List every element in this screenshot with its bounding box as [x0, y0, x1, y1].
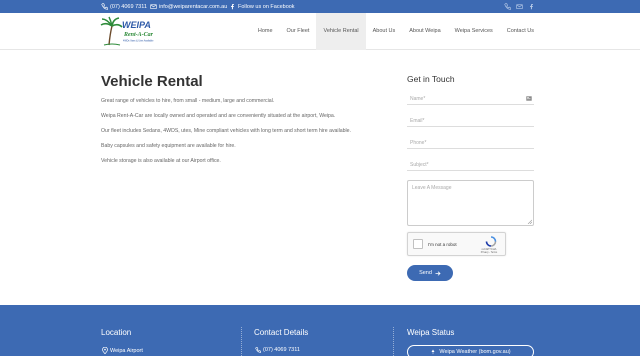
name-field[interactable]: Name*: [407, 93, 534, 105]
footer-location-heading: Location: [101, 328, 132, 337]
phone-icon[interactable]: [504, 3, 511, 10]
recaptcha-checkbox[interactable]: [413, 239, 423, 249]
phone-icon: [101, 3, 108, 10]
mail-icon: [150, 4, 157, 9]
nav-vehicle-rental[interactable]: Vehicle Rental: [316, 13, 366, 50]
footer-status-heading: Weipa Status: [407, 328, 455, 337]
weather-icon: [431, 349, 435, 355]
site-logo[interactable]: WEIPA Rent-A-Car 4WDs Vans & Utes Availa…: [100, 16, 162, 47]
subject-field[interactable]: Subject*: [407, 159, 534, 171]
weather-button[interactable]: Weipa Weather (bom.gov.au): [407, 345, 534, 356]
footer-contact-item[interactable]: (07) 4069 7311: [255, 347, 300, 353]
nav-about-us[interactable]: About Us: [366, 13, 403, 50]
recaptcha-widget: I'm not a robot reCAPTCHA Privacy - Term…: [407, 232, 506, 256]
footer-divider: [241, 327, 242, 356]
nav-contact-us[interactable]: Contact Us: [500, 13, 541, 50]
content-paragraph: Great range of vehicles to hire, from sm…: [101, 98, 275, 104]
send-label: Send: [419, 270, 432, 276]
logo-tagline: 4WDs Vans & Utes Available: [123, 40, 154, 43]
topbar-facebook[interactable]: Follow us on Facebook: [229, 3, 295, 10]
message-textarea[interactable]: Leave A Message: [407, 180, 534, 226]
logo-brand: WEIPA: [122, 20, 151, 30]
topbar-email[interactable]: info@weiparentacar.com.au: [150, 3, 227, 10]
message-placeholder: Leave A Message: [412, 185, 452, 191]
mail-icon[interactable]: [516, 3, 523, 10]
recaptcha-links[interactable]: Privacy - Terms: [477, 251, 501, 254]
top-bar: (07) 4069 7311 info@weiparentacar.com.au…: [0, 0, 640, 13]
location-pin-icon: [102, 347, 108, 354]
footer-contact-heading: Contact Details: [254, 328, 309, 337]
phone-icon: [255, 347, 261, 353]
contact-form-heading: Get in Touch: [407, 74, 455, 84]
arrow-right-icon: [435, 270, 441, 276]
content-paragraph: Baby capsules and safety equipment are a…: [101, 143, 236, 149]
page-title: Vehicle Rental: [101, 73, 203, 90]
recaptcha-label: I'm not a robot: [428, 242, 457, 247]
email-placeholder: Email*: [410, 118, 425, 124]
site-footer: Location Weipa Airport Contact Details (…: [0, 305, 640, 356]
email-field[interactable]: Email*: [407, 115, 534, 127]
nav-our-fleet[interactable]: Our Fleet: [280, 13, 317, 50]
name-placeholder: Name*: [410, 96, 426, 102]
facebook-icon: [231, 4, 234, 10]
phone-field[interactable]: Phone*: [407, 137, 534, 149]
recaptcha-logo-icon: [485, 236, 497, 247]
footer-divider: [393, 327, 394, 356]
phone-placeholder: Phone*: [410, 140, 427, 146]
topbar-phone[interactable]: (07) 4069 7311: [101, 3, 147, 10]
subject-placeholder: Subject*: [410, 162, 429, 168]
send-button[interactable]: Send: [407, 265, 453, 281]
site-header: WEIPA Rent-A-Car 4WDs Vans & Utes Availa…: [0, 13, 640, 50]
content-paragraph: Our fleet includes Sedans, 4WDS, utes, M…: [101, 128, 351, 134]
nav-weipa-services[interactable]: Weipa Services: [448, 13, 500, 50]
nav-home[interactable]: Home: [251, 13, 280, 50]
content-paragraph: Weipa Rent-A-Car are locally owned and o…: [101, 113, 336, 119]
logo-sub: Rent-A-Car: [123, 32, 154, 38]
footer-location-item[interactable]: Weipa Airport: [102, 347, 143, 354]
nav-about-weipa[interactable]: About Weipa: [402, 13, 447, 50]
main-nav: Home Our Fleet Vehicle Rental About Us A…: [251, 13, 541, 50]
resize-grip-icon[interactable]: [527, 219, 532, 224]
content-paragraph: Vehicle storage is also available at our…: [101, 158, 221, 164]
facebook-icon[interactable]: [528, 3, 535, 10]
contact-card-icon: [526, 96, 532, 101]
